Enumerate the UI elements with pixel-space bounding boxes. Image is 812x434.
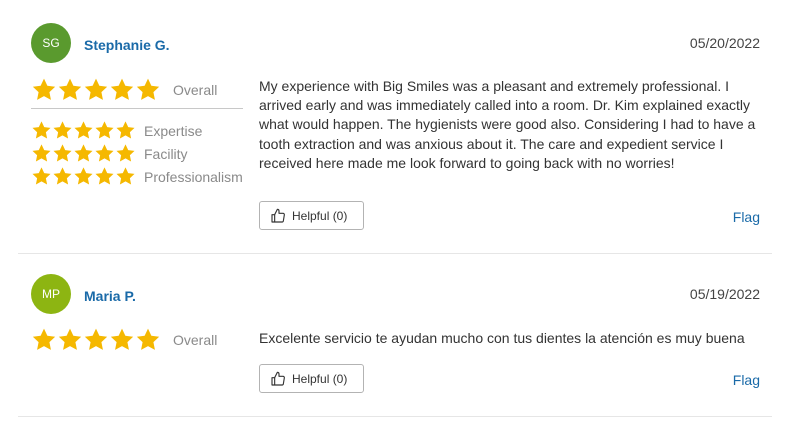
sub-rating-expertise: Expertise: [31, 120, 202, 141]
sub-rating-label: Expertise: [144, 122, 203, 139]
thumbs-up-icon: [271, 371, 285, 386]
reviewer-name: Stephanie G.: [84, 37, 170, 53]
star-icon: [110, 78, 134, 100]
rating-divider: [31, 108, 243, 109]
helpful-button[interactable]: Helpful (0): [259, 201, 364, 230]
stars: [31, 327, 161, 353]
star-icon: [74, 121, 93, 139]
star-icon: [32, 78, 56, 100]
star-icon: [110, 328, 134, 350]
star-icon: [53, 121, 72, 139]
star-icon: [116, 121, 135, 139]
star-icon: [58, 328, 82, 350]
star-icon: [95, 121, 114, 139]
review-card: SG Stephanie G. 05/20/2022 Overall Exper…: [18, 0, 772, 254]
star-icon: [58, 78, 82, 100]
helpful-label: Helpful (0): [292, 208, 348, 223]
star-icon: [53, 144, 72, 162]
review-text: Excelente servicio te ayudan mucho con t…: [259, 330, 745, 346]
star-icon: [116, 144, 135, 162]
star-icon: [84, 78, 108, 100]
overall-rating: Overall: [31, 77, 217, 103]
star-icon: [53, 167, 72, 185]
flag-link[interactable]: Flag: [733, 209, 760, 225]
review-card: MP Maria P. 05/19/2022 Overall Excelente…: [18, 254, 772, 417]
overall-label: Overall: [173, 332, 218, 348]
star-icon: [74, 144, 93, 162]
thumbs-up-icon: [271, 208, 285, 223]
star-icon: [116, 167, 135, 185]
star-icon: [32, 144, 51, 162]
star-icon: [74, 167, 93, 185]
star-icon: [32, 328, 56, 350]
review-text: My experience with Big Smiles was a plea…: [259, 78, 756, 171]
stars: [31, 77, 161, 103]
avatar: SG: [31, 23, 71, 63]
overall-label: Overall: [173, 82, 218, 98]
sub-rating-professionalism: Professionalism: [31, 166, 243, 187]
review-date: 05/19/2022: [689, 286, 760, 302]
star-icon: [84, 328, 108, 350]
star-icon: [95, 144, 114, 162]
stars: [31, 120, 136, 141]
overall-rating: Overall: [31, 327, 217, 353]
star-icon: [136, 328, 160, 350]
sub-rating-label: Professionalism: [144, 168, 243, 185]
avatar: MP: [31, 274, 71, 314]
star-icon: [136, 78, 160, 100]
star-icon: [95, 167, 114, 185]
helpful-label: Helpful (0): [292, 371, 348, 386]
sub-rating-facility: Facility: [31, 143, 188, 164]
star-icon: [32, 167, 51, 185]
stars: [31, 166, 136, 187]
flag-link[interactable]: Flag: [733, 372, 760, 388]
helpful-button[interactable]: Helpful (0): [259, 364, 364, 393]
sub-rating-label: Facility: [144, 145, 188, 162]
star-icon: [32, 121, 51, 139]
stars: [31, 143, 136, 164]
reviewer-name: Maria P.: [84, 288, 136, 304]
review-date: 05/20/2022: [689, 35, 760, 51]
